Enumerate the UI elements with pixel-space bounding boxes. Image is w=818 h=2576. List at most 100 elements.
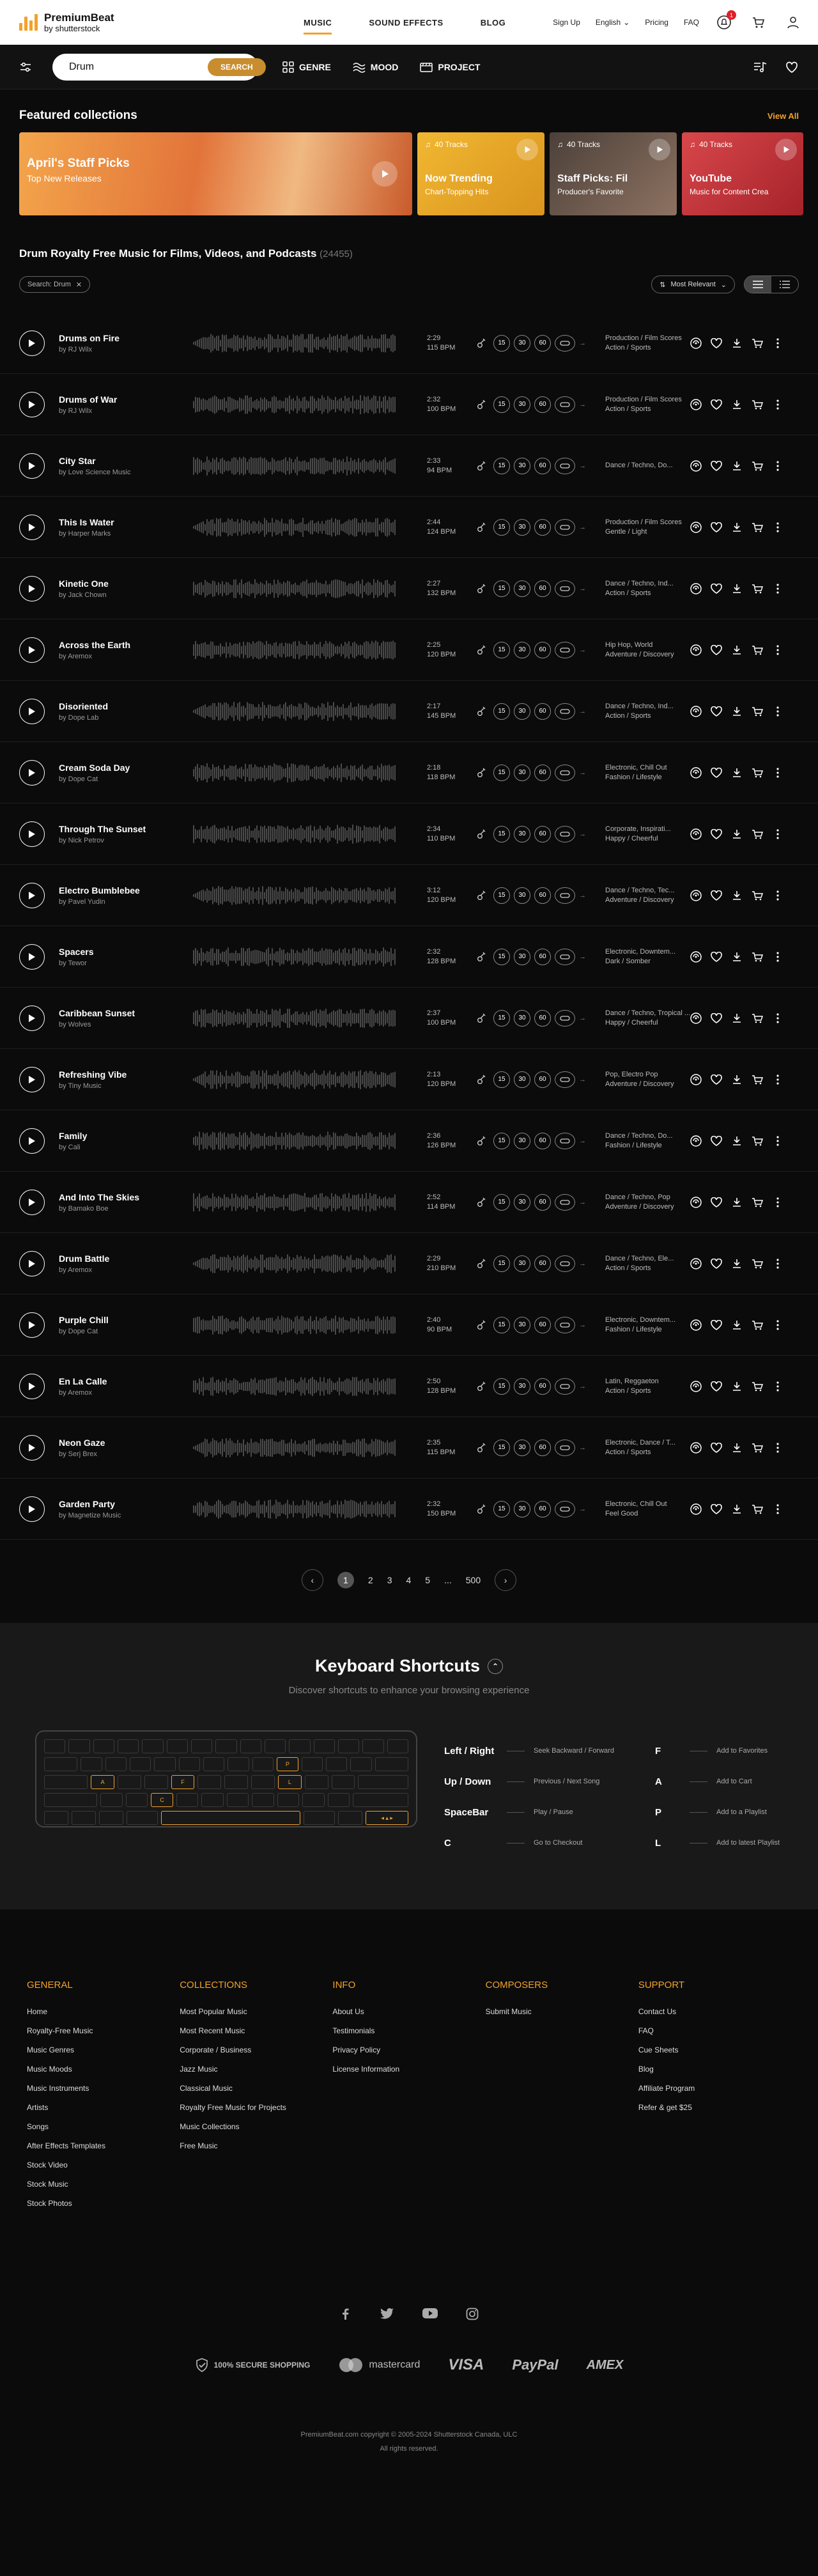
footer-link[interactable]: Refer & get $25 [638, 2103, 791, 2112]
more-options-button[interactable] [772, 1197, 783, 1208]
stems-button[interactable] [473, 764, 490, 781]
track-title[interactable]: Cream Soda Day [59, 763, 193, 773]
edit-15-button[interactable]: 15 [493, 1255, 510, 1272]
filters-toggle[interactable] [19, 61, 32, 74]
play-button[interactable] [19, 391, 45, 417]
more-options-button[interactable] [772, 1074, 783, 1085]
footer-link[interactable]: Songs [27, 2122, 180, 2131]
download-button[interactable] [731, 1013, 743, 1024]
track-title[interactable]: Kinetic One [59, 578, 193, 589]
more-versions-icon[interactable]: → [579, 1137, 586, 1145]
more-versions-icon[interactable]: → [579, 1444, 586, 1452]
close-icon[interactable]: ✕ [76, 281, 82, 289]
play-button[interactable] [19, 943, 45, 970]
track-mood[interactable]: Adventure / Discovery [605, 1202, 695, 1212]
download-button[interactable] [731, 828, 743, 840]
edit-30-button[interactable]: 30 [514, 396, 530, 413]
loop-button[interactable] [555, 1132, 575, 1149]
edit-60-button[interactable]: 60 [534, 1255, 551, 1272]
prev-page-button[interactable]: ‹ [301, 1569, 323, 1591]
stems-button[interactable] [473, 580, 490, 597]
track-artist[interactable]: by Love Science Music [59, 469, 193, 476]
loop-button[interactable] [555, 334, 575, 352]
footer-link[interactable]: About Us [332, 2007, 485, 2016]
track-mood[interactable]: Fashion / Lifestyle [605, 1325, 695, 1335]
playlists-button[interactable] [753, 60, 767, 74]
track-artist[interactable]: by RJ Wilx [59, 346, 193, 353]
edit-30-button[interactable]: 30 [514, 457, 530, 474]
track-genre[interactable]: Electronic, Chill Out [605, 763, 695, 773]
edit-30-button[interactable]: 30 [514, 887, 530, 904]
edit-60-button[interactable]: 60 [534, 825, 551, 842]
edit-30-button[interactable]: 30 [514, 1071, 530, 1088]
edit-60-button[interactable]: 60 [534, 1439, 551, 1456]
track-genre[interactable]: Dance / Techno, Ind... [605, 579, 695, 589]
stems-button[interactable] [473, 1255, 490, 1272]
favorite-button[interactable] [711, 828, 722, 840]
play-button[interactable] [19, 330, 45, 356]
loop-button[interactable] [555, 825, 575, 842]
edit-30-button[interactable]: 30 [514, 1377, 530, 1395]
track-mood[interactable]: Feel Good [605, 1509, 695, 1519]
play-button[interactable] [19, 575, 45, 601]
page-5[interactable]: 5 [425, 1575, 430, 1585]
track-mood[interactable]: Action / Sports [605, 711, 695, 721]
stems-button[interactable] [473, 1194, 490, 1211]
add-to-cart-button[interactable] [752, 460, 763, 472]
collection-card[interactable]: ♫ 40 Tracks Now Trending Chart-Topping Hi… [417, 132, 544, 215]
track-artist[interactable]: by Magnetize Music [59, 1512, 193, 1519]
stems-button[interactable] [473, 1317, 490, 1333]
track-artist[interactable]: by Serj Brex [59, 1450, 193, 1458]
add-to-cart-button[interactable] [752, 583, 763, 594]
waveform[interactable] [193, 945, 396, 968]
more-versions-icon[interactable]: → [579, 830, 586, 838]
track-title[interactable]: Neon Gaze [59, 1438, 193, 1448]
track-artist[interactable]: by Nick Petrov [59, 837, 193, 844]
similar-button[interactable] [690, 1196, 702, 1208]
download-button[interactable] [731, 460, 743, 472]
play-button[interactable] [19, 453, 45, 479]
track-mood[interactable]: Action / Sports [605, 1386, 695, 1396]
footer-link[interactable]: Submit Music [486, 2007, 638, 2016]
logo[interactable]: PremiumBeat by shutterstock [19, 12, 114, 33]
add-to-cart-button[interactable] [752, 1074, 763, 1085]
track-title[interactable]: En La Calle [59, 1376, 193, 1386]
download-button[interactable] [731, 951, 743, 963]
instagram-icon[interactable] [466, 2308, 479, 2320]
track-mood[interactable]: Fashion / Lifestyle [605, 773, 695, 782]
track-mood[interactable]: Action / Sports [605, 405, 695, 414]
more-options-button[interactable] [772, 583, 783, 594]
account-button[interactable] [783, 13, 803, 32]
view-all-link[interactable]: View All [768, 111, 799, 121]
footer-link[interactable]: Testimonials [332, 2026, 485, 2035]
track-genre[interactable]: Production / Film Scores [605, 518, 695, 527]
download-button[interactable] [731, 1319, 743, 1331]
stems-button[interactable] [473, 458, 490, 474]
nav-music[interactable]: MUSIC [304, 0, 332, 45]
track-title[interactable]: Electro Bumblebee [59, 885, 193, 896]
footer-link[interactable]: Blog [638, 2065, 791, 2074]
more-options-button[interactable] [772, 828, 783, 840]
edit-30-button[interactable]: 30 [514, 1255, 530, 1272]
track-mood[interactable]: Gentle / Light [605, 527, 695, 537]
add-to-cart-button[interactable] [752, 399, 763, 410]
edit-15-button[interactable]: 15 [493, 334, 510, 352]
download-button[interactable] [731, 767, 743, 779]
stems-button[interactable] [473, 1010, 490, 1027]
track-genre[interactable]: Dance / Techno, Ind... [605, 702, 695, 711]
next-page-button[interactable]: › [495, 1569, 517, 1591]
similar-button[interactable] [690, 766, 702, 779]
similar-button[interactable] [690, 889, 702, 901]
loop-button[interactable] [555, 1377, 575, 1395]
edit-15-button[interactable]: 15 [493, 518, 510, 536]
track-genre[interactable]: Latin, Reggaeton [605, 1377, 695, 1386]
play-button[interactable] [19, 821, 45, 847]
page-2[interactable]: 2 [368, 1575, 373, 1585]
edit-15-button[interactable]: 15 [493, 1439, 510, 1456]
mood-filter[interactable]: MOOD [353, 61, 398, 73]
more-options-button[interactable] [772, 644, 783, 656]
waveform[interactable] [193, 1375, 396, 1398]
similar-button[interactable] [690, 1073, 702, 1085]
track-title[interactable]: Drums on Fire [59, 333, 193, 343]
collection-card[interactable]: April's Staff Picks Top New Releases [19, 132, 412, 215]
